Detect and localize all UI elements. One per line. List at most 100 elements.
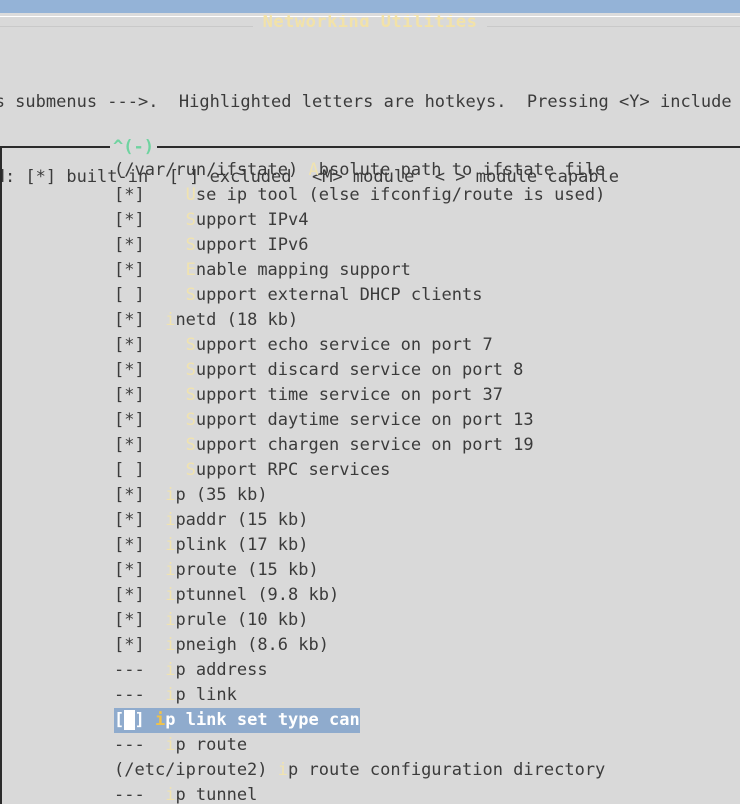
menu-item-hotkey: i: [165, 785, 176, 804]
menu-item-prefix: [ ]: [114, 285, 186, 305]
menu-item-hotkey: i: [165, 685, 176, 705]
menu-item-text: [*] Support chargen service on port 19: [114, 435, 534, 455]
menu-item-label: proute (15 kb): [175, 560, 319, 580]
menu-item-prefix: [*]: [114, 510, 166, 530]
menu-item-hotkey: S: [185, 360, 196, 380]
menu-item-label: upport external DHCP clients: [195, 285, 483, 305]
menu-item-text: [ ] Support RPC services: [114, 460, 390, 480]
scroll-up-indicator[interactable]: ^(-): [110, 138, 157, 156]
menu-item-text: --- ip route: [114, 735, 247, 755]
menu-item-hotkey: S: [185, 385, 196, 405]
menu-item-text: [*] iplink (17 kb): [114, 535, 309, 555]
menu-item-text: [*] iptunnel (9.8 kb): [114, 585, 339, 605]
menu-item-text: [*] Support echo service on port 7: [114, 335, 493, 355]
menu-item[interactable]: [*] Support echo service on port 7: [0, 333, 740, 358]
menu-item-label: upport IPv6: [195, 235, 309, 255]
menu-item-label: upport daytime service on port 13: [195, 410, 534, 430]
menu-item[interactable]: [*] iplink (17 kb): [0, 533, 740, 558]
menu-item-hotkey: i: [165, 635, 176, 655]
menu-item-prefix: [*]: [114, 385, 186, 405]
menu-item-hotkey: i: [165, 310, 176, 330]
menu-item-label: bsolute path to ifstate file: [318, 160, 606, 180]
menu-item-prefix: (/etc/iproute2): [114, 760, 278, 780]
menu-item-hotkey: U: [185, 185, 196, 205]
menu-item[interactable]: (/etc/iproute2) ip route configuration d…: [0, 758, 740, 783]
frame-rule-right: [487, 25, 740, 27]
menu-item-label: p link set type can: [165, 710, 360, 730]
menu-item-text: [*] Enable mapping support: [114, 260, 411, 280]
menu-item[interactable]: [*] iptunnel (9.8 kb): [0, 583, 740, 608]
menu-item-text: [*] Use ip tool (else ifconfig/route is …: [114, 185, 605, 205]
menu-item-prefix: [*]: [114, 485, 166, 505]
menu-item-label: upport chargen service on port 19: [195, 435, 534, 455]
menu-item-label: netd (18 kb): [175, 310, 299, 330]
menu-item-prefix: [*]: [114, 610, 166, 630]
menu-item-prefix: [*]: [114, 435, 186, 455]
menu-item-label: upport time service on port 37: [195, 385, 503, 405]
menu-item[interactable]: --- ip link: [0, 683, 740, 708]
menu-item-hotkey: i: [165, 585, 176, 605]
menu-item[interactable]: --- ip route: [0, 733, 740, 758]
menu-item[interactable]: [*] Support discard service on port 8: [0, 358, 740, 383]
menu-item[interactable]: [*] Support IPv4: [0, 208, 740, 233]
menu-item[interactable]: [ ] Support RPC services: [0, 458, 740, 483]
menu-item-text: --- ip link: [114, 685, 237, 705]
menu-item-prefix: ---: [114, 785, 166, 804]
menu-item[interactable]: [*] ipneigh (8.6 kb): [0, 633, 740, 658]
menu-item-label: pneigh (8.6 kb): [175, 635, 329, 655]
menu-item-prefix: [*]: [114, 185, 186, 205]
menu-item-text: [*] ipneigh (8.6 kb): [114, 635, 329, 655]
menu-item-selected[interactable]: [ ] ip link set type can: [0, 708, 740, 733]
menu-item-label: p address: [175, 660, 268, 680]
menu-item[interactable]: --- ip address: [0, 658, 740, 683]
menu-item[interactable]: [*] ip (35 kb): [0, 483, 740, 508]
menu-item-prefix: [*]: [114, 585, 166, 605]
menu-list[interactable]: (/var/run/ifstate) Absolute path to ifst…: [0, 158, 740, 804]
menu-item-prefix: [*]: [114, 635, 166, 655]
window-titlebar: [0, 0, 740, 13]
menu-item-prefix: [*]: [114, 260, 186, 280]
terminal-screen: Networking Utilities ects submenus --->.…: [0, 0, 740, 804]
menu-item-prefix: ---: [114, 735, 166, 755]
menu-item[interactable]: [*] inetd (18 kb): [0, 308, 740, 333]
menu-item-text: --- ip address: [114, 660, 268, 680]
menu-item[interactable]: [*] ipaddr (15 kb): [0, 508, 740, 533]
menu-item-label: plink (17 kb): [175, 535, 309, 555]
menu-item-text: [*] Support IPv6: [114, 235, 309, 255]
menu-item-hotkey: S: [185, 335, 196, 355]
menu-item-prefix: [*]: [114, 310, 166, 330]
menu-item-prefix: [*]: [114, 560, 166, 580]
menu-item-prefix: ---: [114, 685, 166, 705]
menu-item-label: upport RPC services: [195, 460, 391, 480]
menu-item[interactable]: [*] iprule (10 kb): [0, 608, 740, 633]
menu-item[interactable]: --- ip tunnel: [0, 783, 740, 804]
menu-item[interactable]: [ ] Support external DHCP clients: [0, 283, 740, 308]
menu-item-text: (/etc/iproute2) ip route configuration d…: [114, 760, 605, 780]
menu-item[interactable]: [*] Enable mapping support: [0, 258, 740, 283]
menu-item-prefix: ---: [114, 660, 166, 680]
checkbox-bracket-open: [: [114, 710, 125, 730]
menu-item-prefix: [*]: [114, 410, 186, 430]
menu-item-text: [*] iprule (10 kb): [114, 610, 309, 630]
menu-item[interactable]: [*] Support IPv6: [0, 233, 740, 258]
menu-item[interactable]: [*] iproute (15 kb): [0, 558, 740, 583]
menu-item-text: (/var/run/ifstate) Absolute path to ifst…: [114, 160, 605, 180]
menu-item-prefix: [*]: [114, 535, 166, 555]
menu-item-label: p link: [175, 685, 237, 705]
menu-item[interactable]: (/var/run/ifstate) Absolute path to ifst…: [0, 158, 740, 183]
menu-item-text: [*] ipaddr (15 kb): [114, 510, 309, 530]
menu-item-hotkey: i: [165, 735, 176, 755]
menu-item-hotkey: S: [185, 460, 196, 480]
menu-item[interactable]: [*] Use ip tool (else ifconfig/route is …: [0, 183, 740, 208]
menu-item-prefix: [ ]: [114, 460, 186, 480]
menu-item-hotkey: i: [165, 485, 176, 505]
menu-item-hotkey: S: [185, 285, 196, 305]
menu-item[interactable]: [*] Support daytime service on port 13: [0, 408, 740, 433]
menu-item-hotkey: i: [165, 660, 176, 680]
menu-item[interactable]: [*] Support time service on port 37: [0, 383, 740, 408]
menu-item-text: [*] iproute (15 kb): [114, 560, 319, 580]
menu-item-label: se ip tool (else ifconfig/route is used): [195, 185, 606, 205]
menu-item[interactable]: [*] Support chargen service on port 19: [0, 433, 740, 458]
menu-item-label: p (35 kb): [175, 485, 268, 505]
dialog-frame-top: Networking Utilities: [0, 15, 740, 35]
